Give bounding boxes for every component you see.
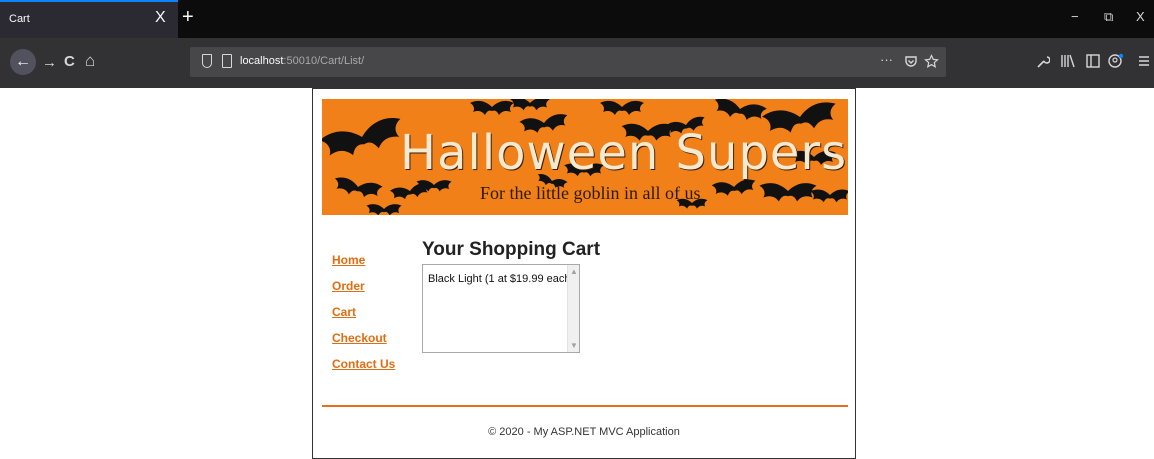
new-tab-button[interactable]: + <box>182 7 194 27</box>
nav-link-order[interactable]: Order <box>332 279 395 305</box>
nav-link-checkout[interactable]: Checkout <box>332 331 395 357</box>
tracking-shield-icon[interactable] <box>202 54 212 68</box>
reload-button[interactable]: C <box>64 54 75 70</box>
site-nav: Home Order Cart Checkout Contact Us <box>332 253 395 383</box>
forward-button[interactable]: → <box>42 55 57 71</box>
nav-link-cart[interactable]: Cart <box>332 305 395 331</box>
scroll-up-icon[interactable]: ▲ <box>570 267 578 276</box>
page-actions-icon[interactable]: ··· <box>880 52 893 67</box>
tab-bar: Cart X + − ⧉ X <box>0 0 1154 38</box>
cart-listbox[interactable]: Black Light (1 at $19.99 each) ▲ ▼ <box>422 264 580 353</box>
url-path: :50010/Cart/List/ <box>283 55 365 67</box>
minimize-button[interactable]: − <box>1071 10 1079 24</box>
active-tab[interactable]: Cart X <box>0 0 178 38</box>
restore-button[interactable]: ⧉ <box>1104 10 1113 24</box>
close-window-button[interactable]: X <box>1136 10 1145 24</box>
banner-title: Halloween Superstore <box>400 125 848 181</box>
page-container: Halloween Superstore For the little gobl… <box>312 88 856 459</box>
library-icon[interactable] <box>1060 53 1076 69</box>
home-button[interactable]: ⌂ <box>85 52 95 69</box>
bookmark-star-icon[interactable] <box>924 54 939 69</box>
url-bar[interactable]: localhost:50010/Cart/List/ ··· <box>190 47 946 77</box>
footer-text: © 2020 - My ASP.NET MVC Application <box>488 426 680 438</box>
page-info-icon[interactable] <box>222 54 232 68</box>
wrench-icon[interactable] <box>1036 53 1050 69</box>
cart-title: Your Shopping Cart <box>422 239 601 260</box>
pocket-icon[interactable] <box>904 55 918 69</box>
banner-subtitle: For the little goblin in all of us <box>480 183 701 203</box>
url-text[interactable]: localhost:50010/Cart/List/ <box>240 55 364 67</box>
tab-close-icon[interactable]: X <box>155 10 166 26</box>
tab-title: Cart <box>9 13 30 25</box>
url-host: localhost <box>240 55 284 67</box>
account-icon[interactable] <box>1108 53 1124 69</box>
nav-link-contact-us[interactable]: Contact Us <box>332 357 395 383</box>
scroll-down-icon[interactable]: ▼ <box>570 341 578 350</box>
listbox-scrollbar[interactable]: ▲ ▼ <box>567 265 579 352</box>
sidebar-icon[interactable] <box>1086 53 1100 69</box>
nav-link-home[interactable]: Home <box>332 253 395 279</box>
footer-divider <box>322 405 848 407</box>
back-button[interactable]: ← <box>10 49 36 75</box>
menu-icon[interactable] <box>1138 53 1150 69</box>
cart-item[interactable]: Black Light (1 at $19.99 each) <box>428 273 574 285</box>
site-banner: Halloween Superstore For the little gobl… <box>322 99 848 215</box>
